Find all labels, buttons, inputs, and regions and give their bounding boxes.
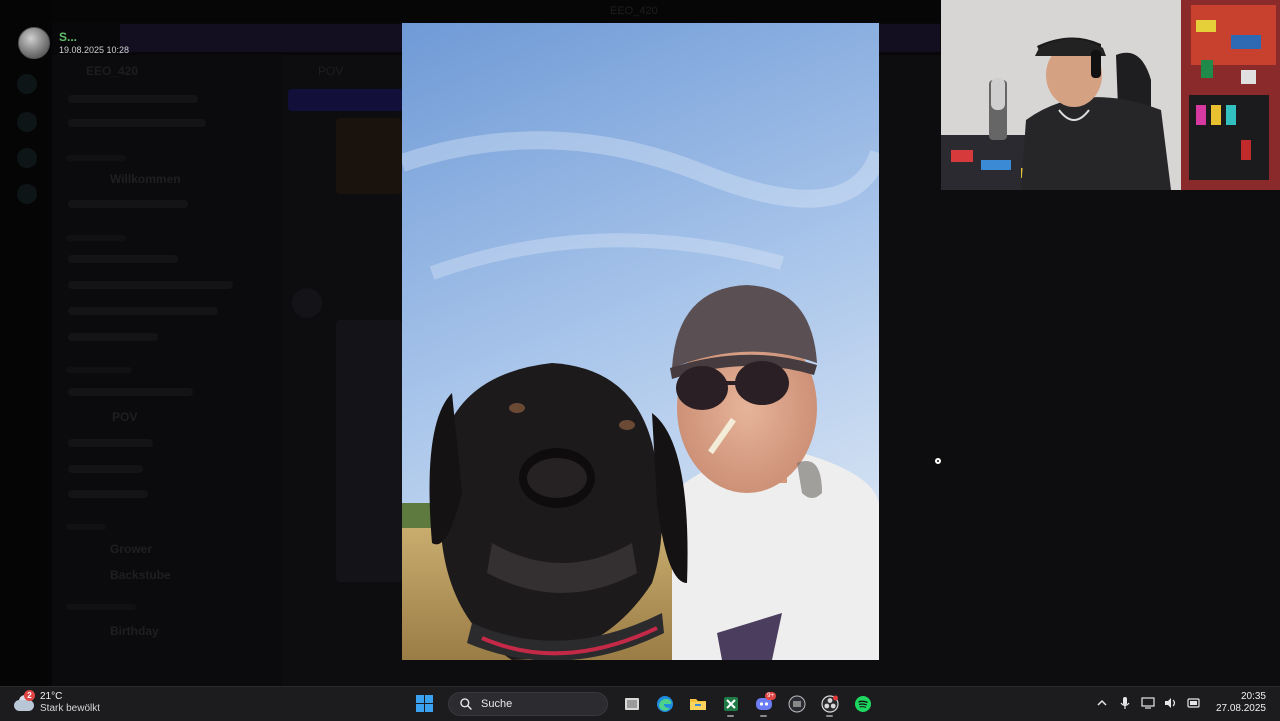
server-icon[interactable] <box>17 74 37 94</box>
enlarged-photo[interactable] <box>402 23 879 660</box>
channel-item <box>68 119 206 127</box>
obs-icon[interactable] <box>816 690 843 717</box>
weather-temperature: 21°C <box>40 691 63 702</box>
avatar <box>292 288 322 318</box>
taskbar-clock[interactable]: 20:35 27.08.2025 <box>1216 691 1266 715</box>
channel-item <box>68 490 148 498</box>
clock-time: 20:35 <box>1240 691 1266 702</box>
channel-item <box>68 333 158 341</box>
chat-image <box>336 118 402 194</box>
cloud-icon: 2 <box>14 690 35 713</box>
windows-start-icon[interactable] <box>411 690 438 717</box>
poster-timestamp: 19.08.2025 10:28 <box>59 45 130 55</box>
spotify-icon[interactable] <box>849 690 876 717</box>
server-icon[interactable] <box>17 184 37 204</box>
image-poster: S... 19.08.2025 10:28 <box>18 27 129 59</box>
search-icon <box>460 697 472 710</box>
weather-widget[interactable]: 2 21°C Stark bewölkt <box>14 690 101 715</box>
category-header <box>66 524 106 530</box>
channel-item <box>68 281 233 289</box>
taskbar: 2 21°C Stark bewölkt Suche 9+ 20:35 27.0… <box>0 686 1280 721</box>
channel-header: POV <box>318 64 344 78</box>
chat-banner <box>288 89 408 111</box>
window-title: EEO_420 <box>610 5 658 17</box>
edge-icon[interactable] <box>651 690 678 717</box>
clock-date: 27.08.2025 <box>1215 703 1266 714</box>
search-label: Suche <box>481 697 513 710</box>
battery-icon[interactable] <box>1187 696 1201 710</box>
channel-item <box>68 388 193 396</box>
channel-item <box>68 200 188 208</box>
mouse-cursor <box>934 457 942 465</box>
system-tray: 20:35 27.08.2025 <box>1095 691 1266 715</box>
microphone-icon[interactable] <box>1118 696 1132 710</box>
volume-icon[interactable] <box>1164 696 1178 710</box>
category-header <box>66 155 126 161</box>
server-name[interactable]: EEO_420 <box>86 64 138 78</box>
weather-description: Stark bewölkt <box>40 703 101 714</box>
channel-item <box>68 307 218 315</box>
category-header <box>66 235 126 241</box>
network-icon[interactable] <box>1141 696 1155 710</box>
channel-birthday[interactable]: Birthday <box>110 624 159 638</box>
channel-item <box>68 439 153 447</box>
category-header <box>66 604 136 610</box>
channel-item <box>68 255 178 263</box>
channel-item <box>68 465 143 473</box>
category-header <box>66 367 132 373</box>
taskbar-search[interactable]: Suche <box>448 691 608 716</box>
file-explorer-icon[interactable] <box>684 690 711 717</box>
channel-willkommen[interactable]: Willkommen <box>110 172 181 186</box>
channel-grower[interactable]: Grower <box>110 542 152 556</box>
channel-backstube[interactable]: Backstube <box>110 568 171 582</box>
avatar[interactable] <box>18 27 50 59</box>
discord-icon[interactable]: 9+ <box>750 690 777 717</box>
webcam-overlay <box>941 0 1280 190</box>
excel-icon[interactable] <box>717 690 744 717</box>
server-rail <box>0 0 52 686</box>
app-icon[interactable] <box>783 690 810 717</box>
server-icon[interactable] <box>17 112 37 132</box>
task-view-icon[interactable] <box>618 690 645 717</box>
taskbar-apps: Suche 9+ <box>411 690 876 717</box>
chevron-up-icon[interactable] <box>1095 696 1109 710</box>
discord-badge: 9+ <box>765 692 776 700</box>
weather-badge: 2 <box>24 690 35 701</box>
server-icon[interactable] <box>17 148 37 168</box>
channel-item <box>68 95 198 103</box>
chat-image <box>336 320 402 582</box>
poster-name[interactable]: S... <box>59 30 129 44</box>
channel-pov[interactable]: POV <box>112 410 137 424</box>
